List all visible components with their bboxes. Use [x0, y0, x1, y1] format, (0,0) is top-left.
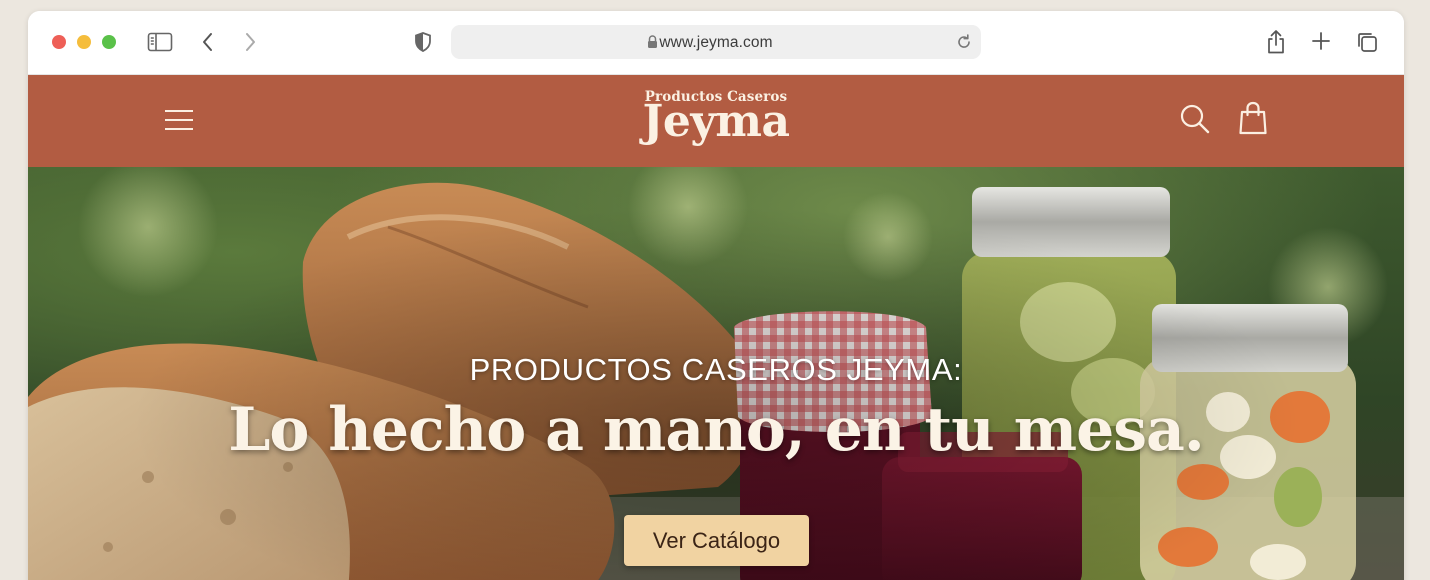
back-icon[interactable]: [200, 31, 216, 53]
hero-title: Lo hecho a mano, en tu mesa.: [228, 395, 1205, 465]
shield-icon[interactable]: [413, 31, 433, 53]
shopping-bag-icon[interactable]: [1238, 101, 1268, 135]
forward-icon[interactable]: [242, 31, 258, 53]
hero-kicker: PRODUCTOS CASEROS JEYMA:: [469, 352, 963, 387]
site-header: Productos Caseros Jeyma: [28, 75, 1404, 167]
sidebar-icon[interactable]: [147, 31, 173, 53]
menu-icon[interactable]: [164, 108, 194, 132]
zoom-window-button[interactable]: [102, 35, 116, 49]
view-catalog-button[interactable]: Ver Catálogo: [624, 515, 809, 566]
new-tab-icon[interactable]: [1311, 31, 1331, 51]
logo-wordmark: Jeyma: [642, 96, 790, 147]
close-window-button[interactable]: [52, 35, 66, 49]
address-bar[interactable]: www.jeyma.com: [451, 25, 981, 59]
tabs-overview-icon[interactable]: [1355, 30, 1379, 54]
url-text: www.jeyma.com: [659, 34, 773, 51]
hero-banner: PRODUCTOS CASEROS JEYMA: Lo hecho a mano…: [28, 167, 1404, 580]
search-icon[interactable]: [1179, 103, 1211, 135]
reload-icon[interactable]: [955, 33, 973, 56]
browser-toolbar: www.jeyma.com: [28, 11, 1404, 75]
site-logo[interactable]: Productos Caseros Jeyma: [568, 89, 864, 145]
share-icon[interactable]: [1265, 29, 1287, 55]
minimize-window-button[interactable]: [77, 35, 91, 49]
browser-window: www.jeyma.com Productos Caseros Jeyma PR…: [28, 11, 1404, 580]
